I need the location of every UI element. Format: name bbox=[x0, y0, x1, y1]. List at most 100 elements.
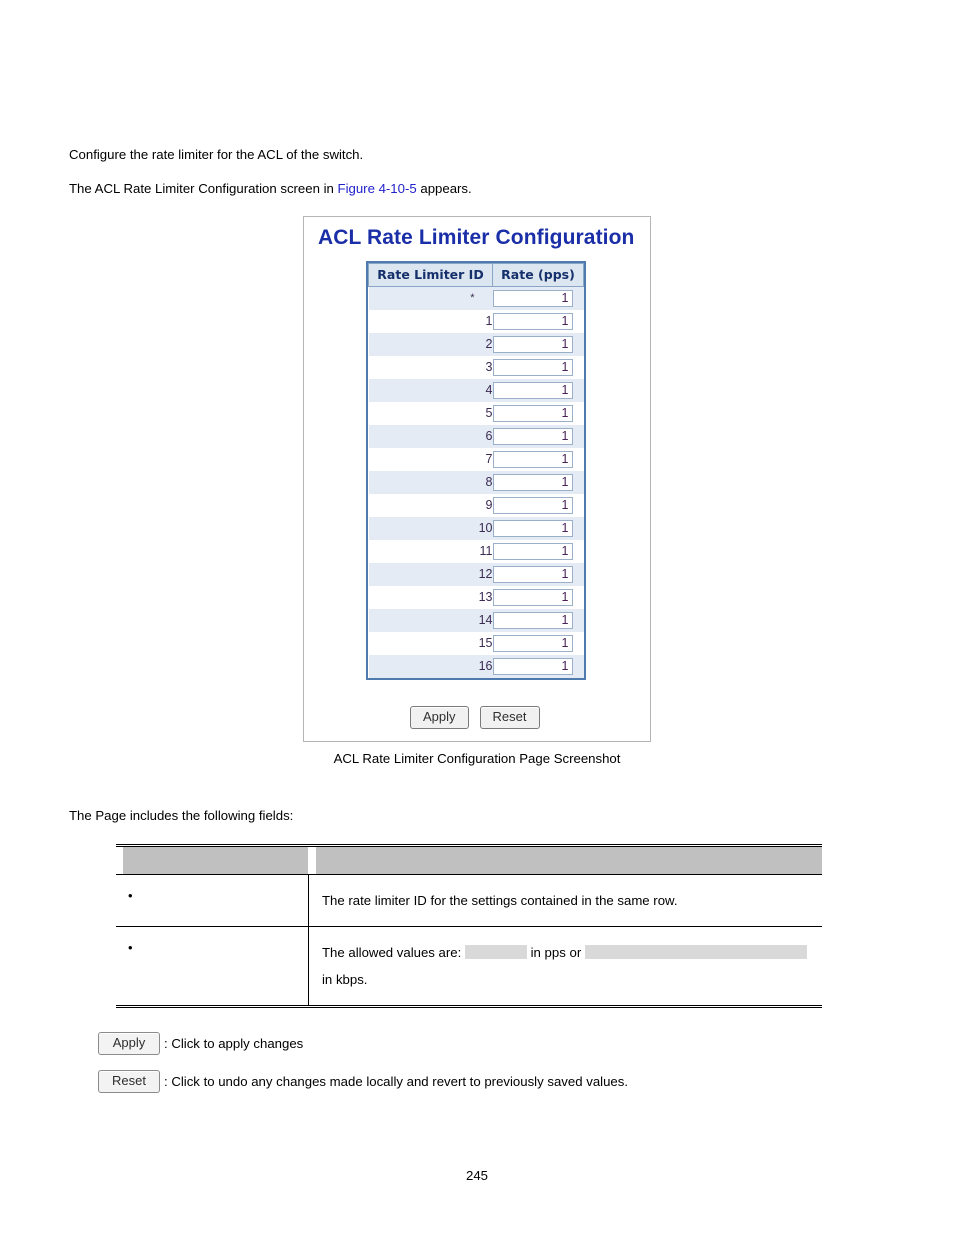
rate-limiter-table-wrapper: Rate Limiter ID Rate (pps) * 1 1 1 2 1 3 1 4 1 5 1 6… bbox=[366, 261, 586, 680]
rate-input[interactable]: 1 bbox=[492, 312, 573, 330]
rate-cell: 1 bbox=[492, 401, 584, 425]
table-row: 61 bbox=[368, 424, 584, 448]
figure-caption: ACL Rate Limiter Configuration Page Scre… bbox=[333, 751, 621, 766]
rate-input[interactable]: 1 bbox=[492, 634, 573, 652]
screenshot-title: ACL Rate Limiter Configuration bbox=[318, 226, 635, 249]
rate-limiter-id-cell: 8 bbox=[368, 470, 493, 494]
table-row: * 1 bbox=[368, 286, 584, 310]
field-description-text-1: The rate limiter ID for the settings con… bbox=[322, 893, 678, 908]
legend-row-reset: Reset : Click to undo any changes made l… bbox=[98, 1070, 858, 1093]
field-description-text-2: The allowed values are: in pps or in kbp… bbox=[309, 927, 822, 1005]
rate-limiter-id-cell: 9 bbox=[368, 493, 493, 517]
rate-cell: 1 bbox=[492, 286, 584, 310]
rate-cell: 1 bbox=[492, 470, 584, 494]
table-row: 12 1 bbox=[368, 562, 584, 586]
rate-input[interactable]: 1 bbox=[492, 519, 573, 537]
table-row: 11 bbox=[368, 309, 584, 333]
rate-limiter-table-body: * 1 1 1 2 1 3 1 4 1 5 1 6 1 7 1 8 1 9 1 10 1 11 1 12 1 13 1 14 1 15 1 16… bbox=[368, 286, 584, 678]
table-row: The rate limiter ID for the settings con… bbox=[116, 874, 822, 927]
rate-limiter-id-cell: 2 bbox=[368, 332, 493, 356]
field-bullet-2 bbox=[116, 927, 308, 968]
rate-input[interactable]: 1 bbox=[492, 404, 573, 422]
allowed-values-prefix: The allowed values are: bbox=[322, 945, 462, 960]
intro-prefix: The ACL Rate Limiter Configuration scree… bbox=[69, 181, 338, 196]
table-row: 11 1 bbox=[368, 539, 584, 563]
rate-limiter-id-cell: 1 bbox=[368, 309, 493, 333]
legend-apply-text: : Click to apply changes bbox=[164, 1036, 304, 1051]
button-legend: Apply : Click to apply changes Reset : C… bbox=[98, 1032, 858, 1108]
screenshot-button-bar: Apply Reset bbox=[410, 706, 540, 729]
rate-input[interactable]: 1 bbox=[492, 588, 573, 606]
rate-input[interactable]: 1 bbox=[492, 289, 573, 307]
rate-input[interactable]: 1 bbox=[492, 611, 573, 629]
rate-cell: 1 bbox=[492, 424, 584, 448]
fields-header-description-cell bbox=[308, 844, 822, 875]
rate-cell: 1 bbox=[492, 608, 584, 632]
rate-input[interactable]: 1 bbox=[492, 450, 573, 468]
rate-limiter-id-cell: 4 bbox=[368, 378, 493, 402]
field-name-cell-2 bbox=[116, 926, 309, 1008]
rate-input[interactable]: 1 bbox=[492, 542, 573, 560]
rate-input[interactable]: 1 bbox=[492, 335, 573, 353]
rate-input[interactable]: 1 bbox=[492, 657, 573, 675]
fields-lead-in: The Page includes the following fields: bbox=[69, 808, 294, 823]
legend-reset-button[interactable]: Reset bbox=[98, 1070, 160, 1093]
rate-cell: 1 bbox=[492, 539, 584, 563]
rate-limiter-id-cell: 11 bbox=[368, 539, 493, 563]
table-row: 10 1 bbox=[368, 516, 584, 540]
rate-input[interactable]: 1 bbox=[492, 381, 573, 399]
rate-cell: 1 bbox=[492, 309, 584, 333]
rate-limiter-id-cell: 5 bbox=[368, 401, 493, 425]
rate-cell: 1 bbox=[492, 493, 584, 517]
legend-apply-button[interactable]: Apply bbox=[98, 1032, 160, 1055]
rate-cell: 1 bbox=[492, 585, 584, 609]
rate-limiter-id-cell: 15 bbox=[368, 631, 493, 655]
rate-cell: 1 bbox=[492, 631, 584, 655]
table-row: 13 1 bbox=[368, 585, 584, 609]
figure-reference-link[interactable]: Figure 4-10-5 bbox=[338, 181, 417, 196]
field-description-cell-1: The rate limiter ID for the settings con… bbox=[308, 874, 822, 927]
rate-cell: 1 bbox=[492, 562, 584, 586]
intro-suffix: appears. bbox=[416, 181, 472, 196]
apply-button[interactable]: Apply bbox=[410, 706, 469, 729]
allowed-values-suffix: in bbox=[322, 972, 333, 987]
rate-input[interactable]: 1 bbox=[492, 358, 573, 376]
legend-reset-text: : Click to undo any changes made locally… bbox=[164, 1074, 629, 1089]
table-row: 21 bbox=[368, 332, 584, 356]
table-row: 51 bbox=[368, 401, 584, 425]
fields-table-header-row bbox=[116, 844, 822, 875]
rate-limiter-id-cell: 13 bbox=[368, 585, 493, 609]
table-row: 14 1 bbox=[368, 608, 584, 632]
table-header-row: Rate Limiter ID Rate (pps) bbox=[368, 263, 584, 287]
intro-paragraph-2: The ACL Rate Limiter Configuration scree… bbox=[69, 180, 869, 197]
screenshot-panel: ACL Rate Limiter Configuration Rate Limi… bbox=[303, 216, 651, 742]
rate-limiter-id-cell: 14 bbox=[368, 608, 493, 632]
rate-cell: 1 bbox=[492, 654, 584, 678]
column-header-rate-limiter-id: Rate Limiter ID bbox=[368, 263, 493, 287]
table-row: 81 bbox=[368, 470, 584, 494]
rate-input[interactable]: 1 bbox=[492, 473, 573, 491]
reset-button[interactable]: Reset bbox=[479, 706, 540, 729]
fields-table-body: The rate limiter ID for the settings con… bbox=[116, 844, 822, 1008]
table-row: The allowed values are: in pps or in kbp… bbox=[116, 926, 822, 1008]
redacted-value-kbps bbox=[584, 945, 807, 959]
rate-limiter-id-cell: 6 bbox=[368, 424, 493, 448]
rate-input[interactable]: 1 bbox=[492, 427, 573, 445]
intro-paragraph-1: Configure the rate limiter for the ACL o… bbox=[69, 147, 364, 162]
document-page: Configure the rate limiter for the ACL o… bbox=[0, 0, 954, 1235]
table-row: 41 bbox=[368, 378, 584, 402]
allowed-values-middle: in pps or bbox=[530, 945, 582, 960]
table-row: 91 bbox=[368, 493, 584, 517]
rate-input[interactable]: 1 bbox=[492, 496, 573, 514]
rate-limiter-table-head: Rate Limiter ID Rate (pps) bbox=[368, 263, 584, 287]
fields-header-object-cell bbox=[116, 844, 309, 875]
rate-cell: 1 bbox=[492, 516, 584, 540]
rate-cell: 1 bbox=[492, 447, 584, 471]
fields-header-description-label bbox=[309, 847, 822, 874]
rate-limiter-id-cell: * bbox=[368, 286, 493, 310]
rate-cell: 1 bbox=[492, 378, 584, 402]
rate-cell: 1 bbox=[492, 355, 584, 379]
rate-limiter-id-cell: 10 bbox=[368, 516, 493, 540]
rate-input[interactable]: 1 bbox=[492, 565, 573, 583]
allowed-values-unit: kbps. bbox=[335, 972, 368, 987]
